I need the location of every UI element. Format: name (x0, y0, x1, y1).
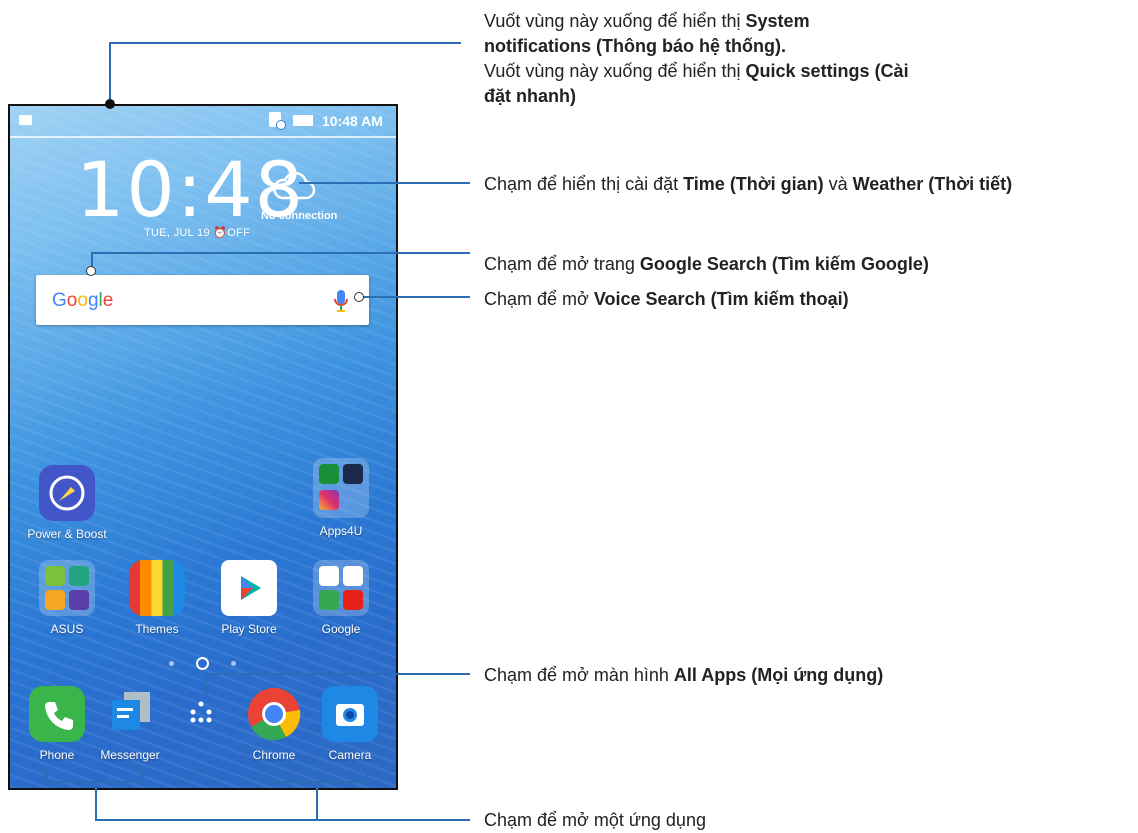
callout-line (205, 673, 470, 675)
annotation-google-search: Chạm để mở trang Google Search (Tìm kiếm… (484, 252, 929, 277)
annotation-voice-search: Chạm để mở Voice Search (Tìm kiếm thoại) (484, 287, 849, 312)
annotation-text: Chạm để mở một ứng dụng (484, 810, 706, 830)
clock-date: TUE, JUL 19 ⏰OFF (144, 226, 250, 239)
app-label: Messenger (100, 748, 160, 762)
callout-line (141, 766, 143, 783)
battery-icon (293, 115, 313, 126)
annotation-text: Vuốt vùng này xuống để hiển thị (484, 11, 746, 31)
maps-icon (319, 590, 339, 610)
phone-screen: 10:48 AM 10:48 TUE, JUL 19 ⏰OFF No conne… (8, 104, 398, 790)
annotation-notifications: Vuốt vùng này xuống để hiển thị System n… (484, 9, 1044, 109)
annotation-bold: Quick settings (Cài (745, 61, 909, 81)
annotation-text: Chạm để mở (484, 289, 594, 309)
callout-line (366, 766, 368, 783)
google-app-icon (319, 566, 339, 586)
youtube-icon (343, 590, 363, 610)
app-label: ASUS (50, 622, 84, 636)
app-thumb-icon (319, 464, 339, 484)
all-apps-icon (173, 686, 229, 742)
annotation-text: và (823, 174, 853, 194)
callout-line (91, 252, 470, 254)
callout-line (95, 783, 97, 821)
folder-icon (39, 560, 95, 616)
status-time: 10:48 AM (322, 113, 383, 129)
app-folder-asus[interactable]: ASUS (22, 560, 112, 636)
app-folder-google[interactable]: Google (296, 560, 386, 636)
messenger-icon (102, 686, 158, 742)
themes-icon (129, 560, 185, 616)
annotation-bold: Time (Thời gian) (683, 174, 824, 194)
annotation-time-weather: Chạm để hiển thị cài đặt Time (Thời gian… (484, 172, 1012, 197)
app-thumb-icon (45, 566, 65, 586)
annotation-text: Chạm để hiển thị cài đặt (484, 174, 684, 194)
microphone-icon[interactable] (333, 289, 349, 313)
alarm-status: OFF (227, 227, 251, 239)
date-text: TUE, JUL 19 (144, 227, 210, 239)
callout-line (299, 182, 470, 184)
instagram-icon (319, 490, 339, 510)
callout-line (109, 42, 111, 104)
camera-icon (322, 686, 378, 742)
page-dot (169, 661, 174, 666)
gmail-icon (343, 566, 363, 586)
annotation-all-apps: Chạm để mở màn hình All Apps (Mọi ứng dụ… (484, 663, 883, 688)
weather-status[interactable]: No connection (261, 210, 337, 222)
callout-line (205, 673, 207, 695)
callout-line (45, 781, 143, 783)
annotation-bold: Weather (Thời tiết) (852, 174, 1013, 194)
app-label: Apps4U (319, 524, 363, 538)
callout-marker (86, 266, 96, 276)
annotation-bold: Google Search (Tìm kiếm Google) (639, 254, 929, 274)
folder-icon (313, 560, 369, 616)
annotation-bold: All Apps (Mọi ứng dụng) (673, 665, 884, 685)
annotation-text: Vuốt vùng này xuống để hiển thị (484, 61, 746, 81)
callout-line (109, 42, 461, 44)
alarm-icon: ⏰ (213, 227, 228, 239)
annotation-bold: đặt nhanh) (484, 86, 576, 106)
app-play-store[interactable]: Play Store (204, 560, 294, 636)
app-label: Themes (135, 622, 179, 636)
app-label: Google (321, 622, 361, 636)
folder-icon (313, 458, 369, 518)
app-label: Camera (328, 748, 372, 762)
no-sim-icon (269, 112, 286, 130)
google-logo[interactable]: Google (52, 290, 113, 312)
power-boost-icon (39, 465, 95, 521)
annotation-bold: notifications (Thông báo hệ thống). (484, 36, 786, 56)
chrome-icon (246, 686, 302, 742)
callout-line (95, 819, 470, 821)
cloud-icon[interactable] (272, 170, 316, 204)
page-dot (231, 661, 236, 666)
annotation-open-app: Chạm để mở một ứng dụng (484, 808, 706, 833)
app-themes[interactable]: Themes (112, 560, 202, 636)
callout-line (316, 783, 318, 821)
annotation-text: Chạm để mở màn hình (484, 665, 674, 685)
app-label: Power & Boost (27, 527, 107, 541)
gallery-notification-icon (19, 115, 32, 125)
kindle-icon (343, 464, 363, 484)
app-thumb-icon (69, 566, 89, 586)
home-page-dot (196, 657, 209, 670)
callout-marker (354, 292, 364, 302)
callout-line (360, 296, 470, 298)
app-label: Play Store (221, 622, 277, 636)
app-power-boost[interactable]: Power & Boost (22, 465, 112, 541)
page-indicator[interactable] (165, 656, 245, 670)
app-folder-apps4u[interactable]: Apps4U (296, 458, 386, 538)
dock-camera[interactable]: Camera (305, 686, 395, 762)
status-bar[interactable]: 10:48 AM (10, 106, 396, 138)
play-store-icon (221, 560, 277, 616)
phone-icon (29, 686, 85, 742)
google-search-bar[interactable]: Google (36, 275, 369, 325)
annotation-bold: System (745, 11, 810, 31)
annotation-bold: Voice Search (Tìm kiếm thoại) (593, 289, 849, 309)
annotation-text: Chạm để mở trang (484, 254, 640, 274)
callout-marker (105, 99, 115, 109)
app-thumb-icon (69, 590, 89, 610)
app-thumb-icon (45, 590, 65, 610)
